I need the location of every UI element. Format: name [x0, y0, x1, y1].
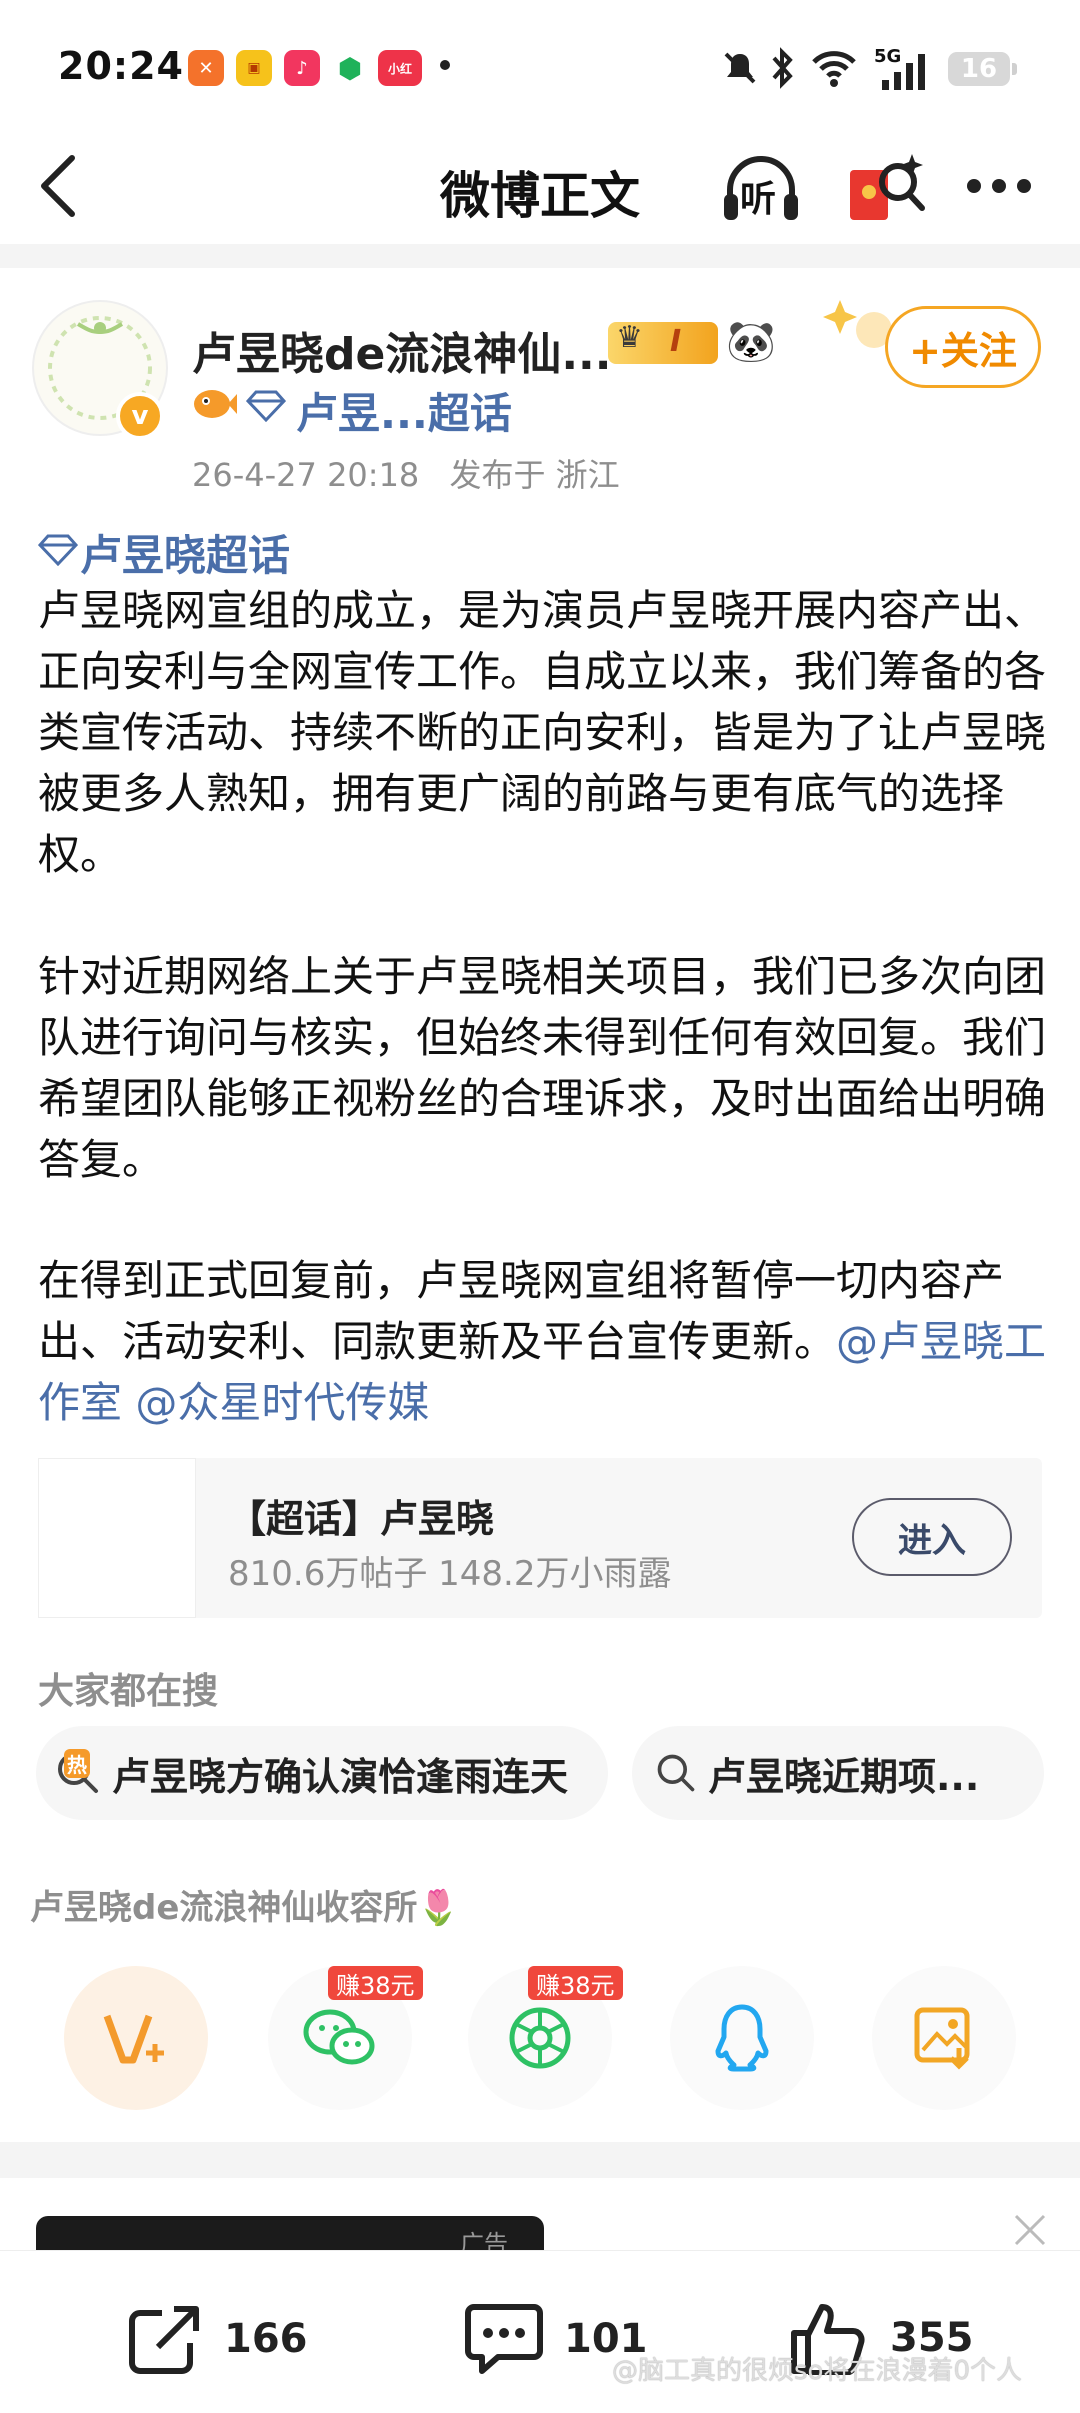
status-time: 20:24 — [58, 44, 184, 88]
fish-icon — [194, 390, 237, 418]
listen-button[interactable]: 听 — [720, 150, 802, 228]
divider — [0, 244, 1080, 268]
red-packet-icon[interactable] — [846, 150, 928, 224]
save-image[interactable] — [872, 1966, 1016, 2110]
search-icon — [657, 1754, 695, 1792]
post-paragraph-1: 卢昱晓网宣组的成立，是为演员卢昱晓开展内容产出、正向安利与全网宣传工作。自成立以… — [38, 586, 1047, 879]
mention-agency[interactable]: @众星时代传媒 — [135, 1378, 429, 1427]
battery-indicator: 16 — [948, 52, 1017, 86]
moments-icon — [509, 2007, 571, 2069]
diamond-icon — [38, 534, 78, 566]
verified-badge: v — [116, 392, 164, 440]
share-group-label: 卢昱晓de流浪神仙收容所 — [30, 1888, 418, 1928]
supertopic-thumbnail — [38, 1458, 196, 1618]
signal-icon — [882, 54, 925, 90]
author-name[interactable]: 卢昱晓de流浪神仙... — [192, 318, 611, 382]
post-timestamp: 26-4-27 20:18 — [192, 456, 420, 494]
more-icon[interactable] — [966, 178, 1032, 194]
more-notifications-dot — [440, 60, 450, 70]
share-qq[interactable] — [670, 1966, 814, 2110]
hot-search-icon: 热 — [54, 1749, 102, 1797]
save-image-icon — [914, 2007, 970, 2070]
crown-icon: ♛ — [616, 320, 643, 355]
post-location: 发布于 浙江 — [449, 456, 620, 494]
hot-badge: 热 — [64, 1749, 90, 1778]
divider — [0, 2142, 1080, 2178]
music-app-icon: ♪ — [284, 50, 320, 86]
post-paragraph-2: 针对近期网络上关于卢昱晓相关项目，我们已多次向团队进行询问与核实，但始终未得到任… — [38, 952, 1047, 1184]
share-weibo-vplus[interactable] — [64, 1966, 208, 2110]
supertopic-tag[interactable]: 卢昱晓超话 — [80, 522, 290, 583]
app-notification-icon: ▣ — [236, 50, 272, 86]
search-chip-1[interactable]: 热 卢昱晓方确认演恰逢雨连天 — [36, 1726, 608, 1820]
listen-label: 听 — [740, 179, 777, 220]
supertopic-card-title: 【超话】卢昱晓 — [228, 1497, 495, 1541]
search-heading: 大家都在搜 — [38, 1671, 219, 1712]
diamond-icon — [246, 390, 286, 422]
close-ad-icon[interactable] — [1012, 2212, 1048, 2248]
qq-icon — [715, 2004, 769, 2072]
search-chip-2[interactable]: 卢昱晓近期项... — [632, 1726, 1044, 1820]
earn-badge: 赚38元 — [528, 1966, 623, 2000]
mute-icon — [724, 52, 756, 84]
enter-button[interactable]: 进入 — [852, 1498, 1012, 1576]
earn-badge: 赚38元 — [328, 1966, 423, 2000]
vplus-icon — [103, 2014, 164, 2064]
search-chip-label: 卢昱晓方确认演恰逢雨连天 — [112, 1754, 569, 1799]
watermark: @脑工真的很烦so将在浪漫着0个人 — [612, 2356, 1022, 2386]
comment-icon — [465, 2304, 543, 2374]
search-chip-label: 卢昱晓近期项... — [708, 1754, 980, 1799]
repost-button[interactable]: 166 — [128, 2303, 308, 2375]
wifi-icon — [812, 51, 856, 87]
member-level-badge: ♛ I — [608, 320, 718, 364]
wechat-icon — [303, 2009, 375, 2065]
app-notification-icon: 小红 — [378, 50, 422, 86]
follow-button[interactable]: +关注 — [885, 306, 1041, 388]
member-level: I — [670, 324, 682, 359]
bluetooth-icon — [772, 47, 793, 89]
supertopic-card-stats: 810.6万帖子 148.2万小雨露 — [228, 1554, 672, 1594]
repost-count: 166 — [224, 2316, 308, 2362]
post-paragraph-3: 在得到正式回复前，卢昱晓网宣组将暂停一切内容产出、活动安利、同款更新及平台宣传更… — [38, 1250, 1048, 1433]
bottom-action-bar: 166 101 355 — [0, 2250, 1080, 2413]
repost-icon — [129, 2306, 199, 2374]
author-supertopic-link[interactable]: 卢昱...超话 — [296, 380, 512, 441]
app-notification-icon: ✕ — [188, 50, 224, 86]
shield-icon: ⬢ — [332, 50, 368, 86]
panda-icon: 🐼 — [726, 319, 776, 365]
supertopic-card[interactable]: 【超话】卢昱晓 810.6万帖子 148.2万小雨露 进入 — [38, 1458, 1042, 1618]
tulip-icon: 🌷 — [417, 1888, 460, 1928]
share-group-name: 卢昱晓de流浪神仙收容所🌷 — [30, 1880, 460, 1929]
post-meta: 26-4-27 20:18 发布于 浙江 — [192, 450, 620, 496]
